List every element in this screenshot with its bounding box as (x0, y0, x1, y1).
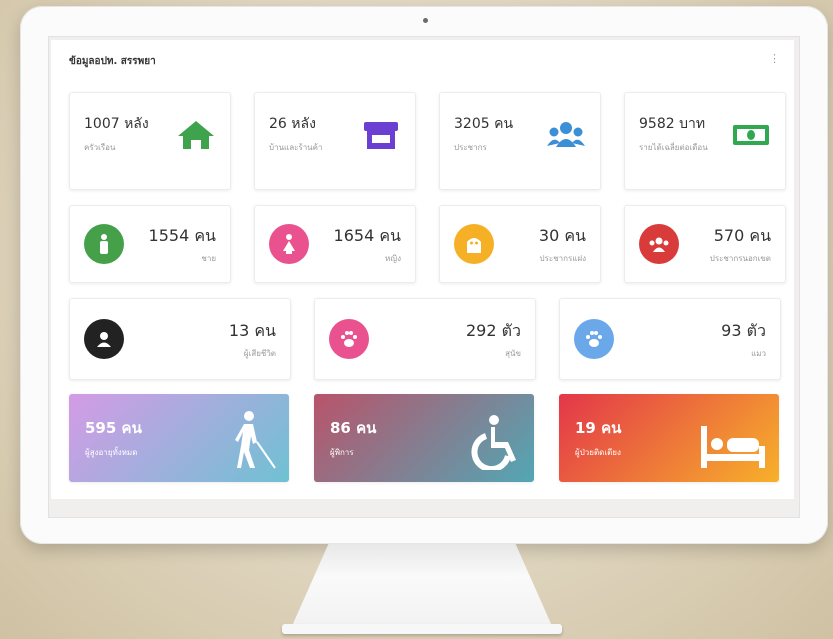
stat-card-male: 1554 คน ชาย (69, 205, 231, 283)
stat-label: ประชากรนอกเขต (709, 254, 771, 263)
users-icon (547, 122, 585, 147)
paw-icon (574, 319, 614, 359)
stat-card-income: 9582 บาท รายได้เฉลี่ยต่อเดือน (624, 92, 786, 190)
stat-card-dogs: 292 ตัว สุนัข (314, 298, 536, 380)
money-icon (733, 125, 769, 145)
stat-value: 86 คน (330, 419, 377, 437)
stat-label: ผู้ป่วยติดเตียง (575, 448, 621, 457)
stat-value: 26 หลัง (269, 116, 316, 132)
stat-label: ประชากรแฝง (539, 254, 586, 263)
panel-title: ข้อมูลอปท. สรรพยา (69, 56, 156, 67)
stat-card-bedridden: 19 คน ผู้ป่วยติดเตียง (559, 394, 779, 482)
stat-label: ประชากร (454, 143, 487, 152)
female-icon (269, 224, 309, 264)
camera-dot (423, 18, 428, 23)
stat-label: ผู้พิการ (330, 448, 354, 457)
stat-card-outside-population: 570 คน ประชากรนอกเขต (624, 205, 786, 283)
bed-icon (701, 426, 765, 468)
monitor-frame: ข้อมูลอปท. สรรพยา ⋮ 1007 หลัง ครัวเรือน … (20, 6, 828, 544)
male-icon (84, 224, 124, 264)
stat-card-elderly: 595 คน ผู้สูงอายุทั้งหมด (69, 394, 289, 482)
stat-card-shops: 26 หลัง บ้านและร้านค้า (254, 92, 416, 190)
stat-label: บ้านและร้านค้า (269, 143, 323, 152)
stat-value: 13 คน (228, 321, 276, 340)
stat-card-deceased: 13 คน ผู้เสียชีวิต (69, 298, 291, 380)
screen: ข้อมูลอปท. สรรพยา ⋮ 1007 หลัง ครัวเรือน … (48, 36, 800, 518)
stat-label: ผู้สูงอายุทั้งหมด (85, 448, 138, 457)
stat-card-cats: 93 ตัว แมว (559, 298, 781, 380)
stat-label: ครัวเรือน (84, 143, 116, 152)
ghost-icon (454, 224, 494, 264)
stat-value: 9582 บาท (639, 116, 706, 132)
stat-label: สุนัข (505, 349, 521, 358)
store-icon (364, 122, 398, 149)
user-icon (84, 319, 124, 359)
stat-value: 1654 คน (333, 226, 401, 245)
monitor-base (282, 624, 562, 634)
stat-label: แมว (751, 349, 766, 358)
stat-value: 1554 คน (148, 226, 216, 245)
stat-card-households: 1007 หลัง ครัวเรือน (69, 92, 231, 190)
stat-card-female: 1654 คน หญิง (254, 205, 416, 283)
more-options-icon[interactable]: ⋮ (769, 52, 780, 65)
home-icon (178, 121, 214, 149)
stat-label: หญิง (385, 254, 401, 263)
stat-label: รายได้เฉลี่ยต่อเดือน (639, 143, 708, 152)
wheelchair-icon (471, 415, 516, 470)
stat-label: ชาย (201, 254, 216, 263)
stat-card-population: 3205 คน ประชากร (439, 92, 601, 190)
stat-value: 3205 คน (454, 116, 514, 132)
stat-value: 93 ตัว (721, 321, 766, 340)
stat-card-hidden-population: 30 คน ประชากรแฝง (439, 205, 601, 283)
stat-value: 30 คน (538, 226, 586, 245)
paw-icon (329, 319, 369, 359)
dashboard-panel: ข้อมูลอปท. สรรพยา ⋮ 1007 หลัง ครัวเรือน … (51, 40, 794, 499)
stat-value: 570 คน (713, 226, 771, 245)
blind-person-icon (235, 411, 276, 469)
stat-value: 19 คน (575, 419, 622, 437)
monitor-stand (292, 544, 552, 626)
group-icon (639, 224, 679, 264)
stat-value: 595 คน (85, 419, 142, 437)
stat-value: 292 ตัว (466, 321, 521, 340)
stat-value: 1007 หลัง (84, 116, 149, 132)
stat-card-disabled: 86 คน ผู้พิการ (314, 394, 534, 482)
stat-label: ผู้เสียชีวิต (243, 349, 276, 358)
